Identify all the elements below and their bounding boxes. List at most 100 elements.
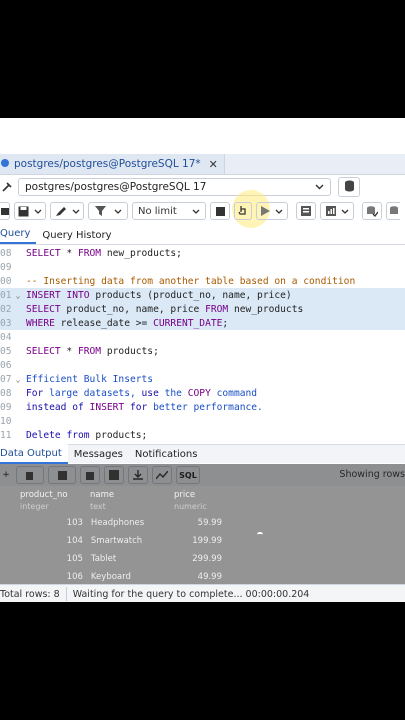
cell-name: Smartwatch	[90, 536, 143, 546]
code-text: WHERE release_date >= CURRENT_DATE;	[26, 317, 229, 329]
line-number: 07	[0, 373, 12, 385]
table-row[interactable]: 105 Tablet 299.99	[0, 550, 226, 568]
editor-line-selected: 03 WHERE release_date >= CURRENT_DATE;	[0, 316, 405, 330]
query-tool-icon	[0, 158, 10, 171]
cell-name: Headphones	[90, 518, 145, 528]
play-icon	[261, 206, 270, 216]
fold-chevron-icon[interactable]: ⌄	[10, 375, 26, 384]
editor-line: 08 SELECT * FROM new_products;	[0, 246, 405, 260]
commit-button[interactable]	[362, 202, 382, 220]
query-tabs: Query Query History	[0, 224, 405, 245]
row-limit-select[interactable]: No limit	[132, 202, 206, 220]
query-tab[interactable]: postgres/postgres@PostgreSQL 17* ✕	[0, 154, 225, 174]
line-number: 04	[0, 331, 12, 343]
explain-button[interactable]	[296, 202, 316, 220]
code-text: SELECT product_no, name, price FROM new_…	[26, 303, 304, 315]
column-header-name[interactable]: name text	[86, 490, 174, 512]
folder-icon	[0, 207, 9, 216]
database-icon	[344, 180, 355, 195]
table-row[interactable]: 104 Smartwatch 199.99	[0, 532, 226, 550]
code-text: instead of INSERT for better performance…	[26, 401, 263, 413]
editor-line-selected: 01 ⌄ INSERT INTO products (product_no, nam…	[0, 288, 405, 302]
tab-messages[interactable]: Messages	[68, 445, 129, 463]
save-file-button[interactable]	[14, 202, 46, 220]
database-button[interactable]	[338, 177, 360, 197]
cell-price: 299.99	[192, 554, 222, 564]
execute-button[interactable]	[256, 202, 288, 220]
line-number: 08	[0, 247, 12, 259]
save-icon	[18, 206, 29, 217]
chart-icon	[325, 206, 336, 216]
tab-data-output[interactable]: Data Output	[0, 444, 68, 464]
cell-price: 59.99	[197, 518, 222, 528]
filter-icon	[94, 205, 106, 217]
line-number: 03	[0, 317, 12, 329]
editor-line: 00 -- Inserting data from another table b…	[0, 274, 405, 288]
code-text: SELECT * FROM new_products;	[26, 247, 182, 259]
waiting-text: Waiting for the query to complete...	[262, 409, 405, 421]
tab-query[interactable]: Query	[0, 224, 37, 244]
editor-line-selected: 02 SELECT product_no, name, price FROM ne…	[0, 302, 405, 316]
code-text: SELECT * FROM products;	[26, 345, 159, 357]
chevron-down-icon	[34, 209, 42, 214]
tab-query-history[interactable]: Query History	[36, 226, 117, 244]
stop-icon	[215, 206, 225, 216]
chevron-down-icon	[114, 209, 122, 214]
edit-button[interactable]	[50, 202, 84, 220]
cell-name: Keyboard	[90, 572, 131, 582]
query-toolbar: No limit	[0, 200, 405, 222]
row-limit-value: No limit	[138, 205, 177, 217]
cell-product-no: 104	[66, 536, 83, 546]
cell-product-no: 105	[66, 554, 83, 564]
rollback-button[interactable]	[386, 202, 400, 220]
editor-line: 05 SELECT * FROM products;	[0, 344, 405, 358]
line-number: 08	[0, 387, 12, 399]
cell-name: Tablet	[90, 554, 117, 564]
chevron-down-icon	[275, 209, 283, 214]
explain-icon	[301, 206, 311, 216]
cell-product-no: 106	[66, 572, 83, 582]
editor-tab-bar: postgres/postgres@PostgreSQL 17* ✕	[0, 154, 405, 175]
connection-select-value: postgres/postgres@PostgreSQL 17	[25, 181, 207, 193]
connection-select[interactable]: postgres/postgres@PostgreSQL 17	[18, 178, 331, 196]
code-text: Efficient Bulk Inserts	[26, 373, 154, 385]
query-tool-window: postgres/postgres@PostgreSQL 17* ✕ postg…	[0, 118, 405, 602]
editor-line: 04	[0, 330, 405, 344]
line-number: 10	[0, 415, 12, 427]
query-tab-title: postgres/postgres@PostgreSQL 17*	[14, 158, 201, 170]
cursor-hand-icon	[238, 205, 248, 217]
results-grid: product_no integer name text price numeric …	[0, 488, 226, 586]
connection-status-icon	[0, 178, 14, 196]
line-number: 01	[0, 289, 12, 301]
filter-button[interactable]	[88, 202, 128, 220]
line-number: 02	[0, 303, 12, 315]
pencil-icon	[55, 206, 67, 217]
tab-notifications[interactable]: Notifications	[129, 445, 204, 463]
table-row[interactable]: 103 Headphones 59.99	[0, 514, 226, 532]
cell-price: 199.99	[192, 536, 222, 546]
line-number: 05	[0, 345, 12, 357]
column-header-price[interactable]: price numeric	[174, 490, 226, 512]
database-x-icon	[389, 205, 399, 217]
line-number: 11	[0, 429, 12, 441]
cell-product-no: 103	[66, 518, 83, 528]
chevron-down-icon	[72, 209, 80, 214]
stop-query-button[interactable]	[210, 202, 230, 220]
close-tab-icon[interactable]: ✕	[209, 158, 218, 171]
total-rows-label: Total rows: 8	[0, 588, 60, 600]
pause-button[interactable]	[234, 202, 252, 220]
line-number: 00	[0, 275, 12, 287]
line-number: 09	[0, 401, 12, 413]
line-number: 06	[0, 359, 12, 371]
fold-chevron-icon[interactable]: ⌄	[10, 291, 26, 300]
editor-line: 06	[0, 358, 405, 372]
column-header-product-no[interactable]: product_no integer	[20, 490, 86, 512]
editor-line: 07 ⌄ Efficient Bulk Inserts	[0, 372, 405, 386]
status-message: Waiting for the query to complete... 00:…	[72, 588, 310, 600]
spinner-icon	[257, 532, 263, 537]
code-text: For large datasets, use the COPY command	[26, 387, 258, 399]
open-file-button[interactable]	[0, 202, 10, 220]
explain-analyze-button[interactable]	[320, 202, 354, 220]
chevron-down-icon	[341, 209, 349, 214]
status-bar: Total rows: 8 Waiting for the query to c…	[0, 584, 405, 602]
